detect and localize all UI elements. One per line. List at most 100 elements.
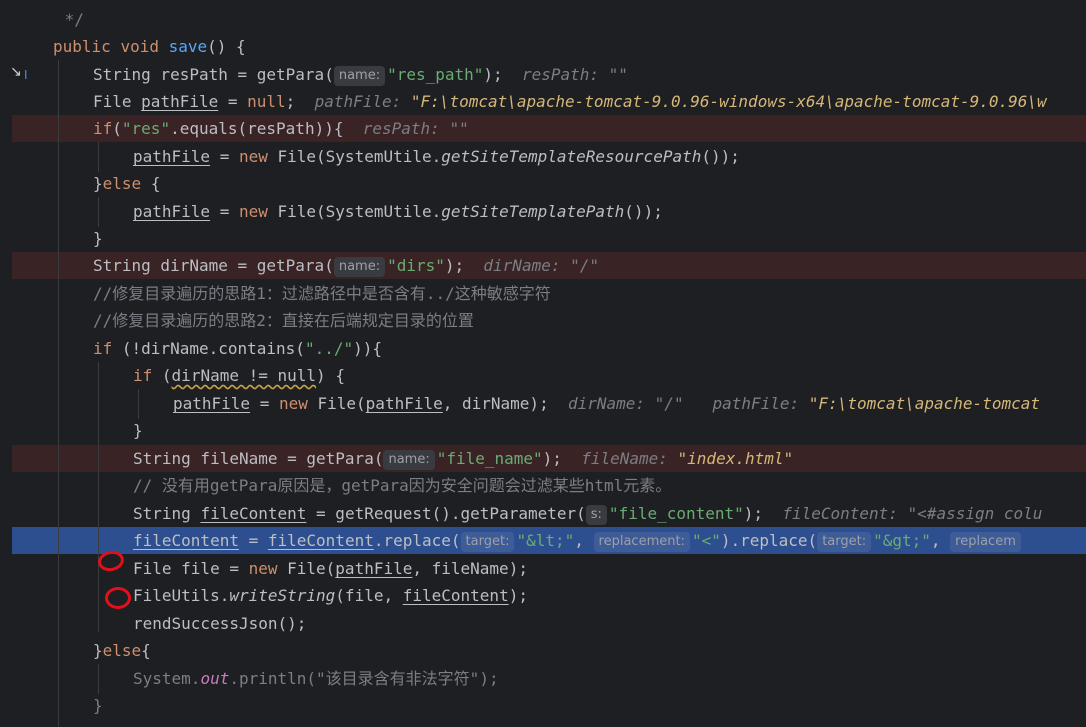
code-text: File pathFile = null; pathFile: "F:\tomc…	[93, 88, 1047, 115]
code-line[interactable]: }else {	[0, 170, 1086, 197]
code-line[interactable]: String fileContent = getRequest().getPar…	[0, 500, 1086, 527]
indent-guide	[98, 664, 99, 694]
code-token: (	[112, 119, 122, 138]
code-line[interactable]: }	[0, 225, 1086, 252]
code-token: "../"	[304, 339, 354, 358]
code-token: }	[133, 421, 143, 440]
parameter-hint: target:	[460, 532, 515, 552]
code-token: }	[93, 174, 103, 193]
code-text: }	[133, 417, 143, 444]
code-line[interactable]: if (!dirName.contains("../")){	[0, 335, 1086, 362]
code-token: =	[210, 202, 239, 221]
code-token: "该目录含有非法字符"	[316, 669, 480, 688]
code-text: System.out.println("该目录含有非法字符");	[133, 665, 499, 692]
code-token: "res"	[121, 119, 171, 138]
code-token: fileContent	[267, 531, 374, 550]
parameter-hint: name:	[383, 450, 435, 470]
parameter-hint: replacement:	[593, 532, 690, 552]
breakpoint-line[interactable]: String fileName = getPara(name: "file_nam…	[0, 445, 1086, 473]
code-line[interactable]: File file = new File(pathFile, fileName)…	[0, 555, 1086, 582]
indent-guide	[98, 362, 99, 632]
code-line[interactable]: File pathFile = null; pathFile: "F:\tomc…	[0, 88, 1086, 115]
code-token: new	[248, 559, 288, 578]
breakpoint-line[interactable]: if("res".equals(resPath)){ resPath: ""	[0, 115, 1086, 143]
indent-guide	[138, 389, 139, 419]
code-token: File(	[317, 394, 366, 413]
code-token: (!dirName.contains(	[121, 339, 305, 358]
code-token: //修复目录遍历的思路2：直接在后端规定目录的位置	[93, 311, 474, 330]
code-text: File file = new File(pathFile, fileName)…	[133, 555, 528, 582]
parameter-hint: target:	[817, 532, 872, 552]
indent-guide	[98, 142, 99, 172]
code-line[interactable]: String resPath = getPara(name: "res_path"…	[0, 61, 1086, 88]
debug-inline-value: resPath:	[521, 65, 609, 84]
code-token: ());	[624, 202, 663, 221]
code-text: pathFile = new File(SystemUtile.getSiteT…	[133, 198, 663, 225]
code-editor[interactable]: */public void save() {String resPath = g…	[0, 0, 1086, 727]
code-token: */	[55, 10, 84, 29]
debug-inline-value: ""	[449, 119, 469, 138]
gutter[interactable]	[0, 0, 12, 727]
code-token: String resPath = getPara(	[93, 65, 334, 84]
code-line[interactable]: pathFile = new File(SystemUtile.getSiteT…	[0, 143, 1086, 170]
current-execution-line[interactable]: fileContent = fileContent.replace(target…	[0, 527, 1086, 555]
code-token: )){	[353, 339, 383, 358]
code-line[interactable]: // 没有用getPara原因是，getPara因为安全问题会过滤某些html元…	[0, 472, 1086, 499]
code-token: if	[133, 366, 162, 385]
code-token: =	[210, 147, 239, 166]
code-token: //修复目录遍历的思路1：过滤路径中是否含有../这种敏感字符	[93, 284, 551, 303]
code-token: "dirs"	[387, 256, 445, 275]
code-token: File(SystemUtile.	[277, 147, 442, 166]
code-token: "<"	[691, 531, 721, 550]
text-cursor-icon: I	[24, 68, 28, 82]
code-line[interactable]: System.out.println("该目录含有非法字符");	[0, 665, 1086, 692]
code-token: ,	[930, 531, 951, 550]
code-token: getSiteTemplateResourcePath	[441, 147, 702, 166]
code-token: , dirName);	[442, 394, 568, 413]
code-line[interactable]: if (dirName != null) {	[0, 362, 1086, 389]
debug-inline-value: "F:\tomcat\apache-tomcat	[808, 394, 1040, 413]
code-line[interactable]: pathFile = new File(pathFile, dirName); …	[0, 390, 1086, 417]
code-line[interactable]: pathFile = new File(SystemUtile.getSiteT…	[0, 198, 1086, 225]
code-text: */	[55, 6, 84, 33]
code-token: new	[278, 394, 318, 413]
code-line[interactable]: //修复目录遍历的思路2：直接在后端规定目录的位置	[0, 307, 1086, 334]
code-token: , fileName);	[412, 559, 528, 578]
debug-inline-value: "index.html"	[677, 449, 794, 468]
code-token: FileUtils.	[133, 586, 230, 605]
code-token: );	[444, 256, 484, 275]
debug-inline-value: resPath:	[362, 119, 450, 138]
code-token: .equals(resPath)){	[170, 119, 363, 138]
code-token: String fileName = getPara(	[133, 449, 384, 468]
code-token: () {	[207, 37, 246, 56]
code-line[interactable]: FileUtils.writeString(file, fileContent)…	[0, 582, 1086, 609]
code-token: // 没有用getPara原因是，getPara因为安全问题会过滤某些html元…	[133, 476, 672, 495]
code-token: =	[250, 394, 279, 413]
code-token: System.	[133, 669, 201, 688]
code-text: // 没有用getPara原因是，getPara因为安全问题会过滤某些html元…	[133, 472, 671, 499]
code-line[interactable]: }	[0, 692, 1086, 719]
code-token: "file_name"	[436, 449, 543, 468]
code-line[interactable]: */	[0, 6, 1086, 33]
code-line[interactable]: rendSuccessJson();	[0, 610, 1086, 637]
breakpoint-line[interactable]: String dirName = getPara(name: "dirs"); d…	[0, 252, 1086, 280]
code-token: save	[168, 37, 208, 56]
code-token: = getRequest().getParameter(	[306, 504, 586, 523]
code-text: pathFile = new File(pathFile, dirName); …	[173, 390, 1040, 417]
debug-inline-value: pathFile:	[712, 394, 809, 413]
code-token: .println(	[229, 669, 317, 688]
code-line[interactable]: //修复目录遍历的思路1：过滤路径中是否含有../这种敏感字符	[0, 280, 1086, 307]
code-text: String fileName = getPara(name: "file_nam…	[133, 445, 793, 472]
code-line[interactable]: }	[0, 417, 1086, 444]
code-token: pathFile	[173, 394, 251, 413]
code-line[interactable]: public void save() {	[0, 33, 1086, 60]
code-token: );	[479, 669, 499, 688]
code-token: pathFile	[141, 92, 219, 111]
code-token: File(SystemUtile.	[277, 202, 442, 221]
code-token: getSiteTemplatePath	[441, 202, 625, 221]
code-token: pathFile	[365, 394, 443, 413]
code-token: fileContent	[133, 531, 239, 550]
debug-inline-value: pathFile:	[314, 92, 411, 111]
code-line[interactable]: }else{	[0, 637, 1086, 664]
code-text: if("res".equals(resPath)){ resPath: ""	[93, 115, 469, 142]
